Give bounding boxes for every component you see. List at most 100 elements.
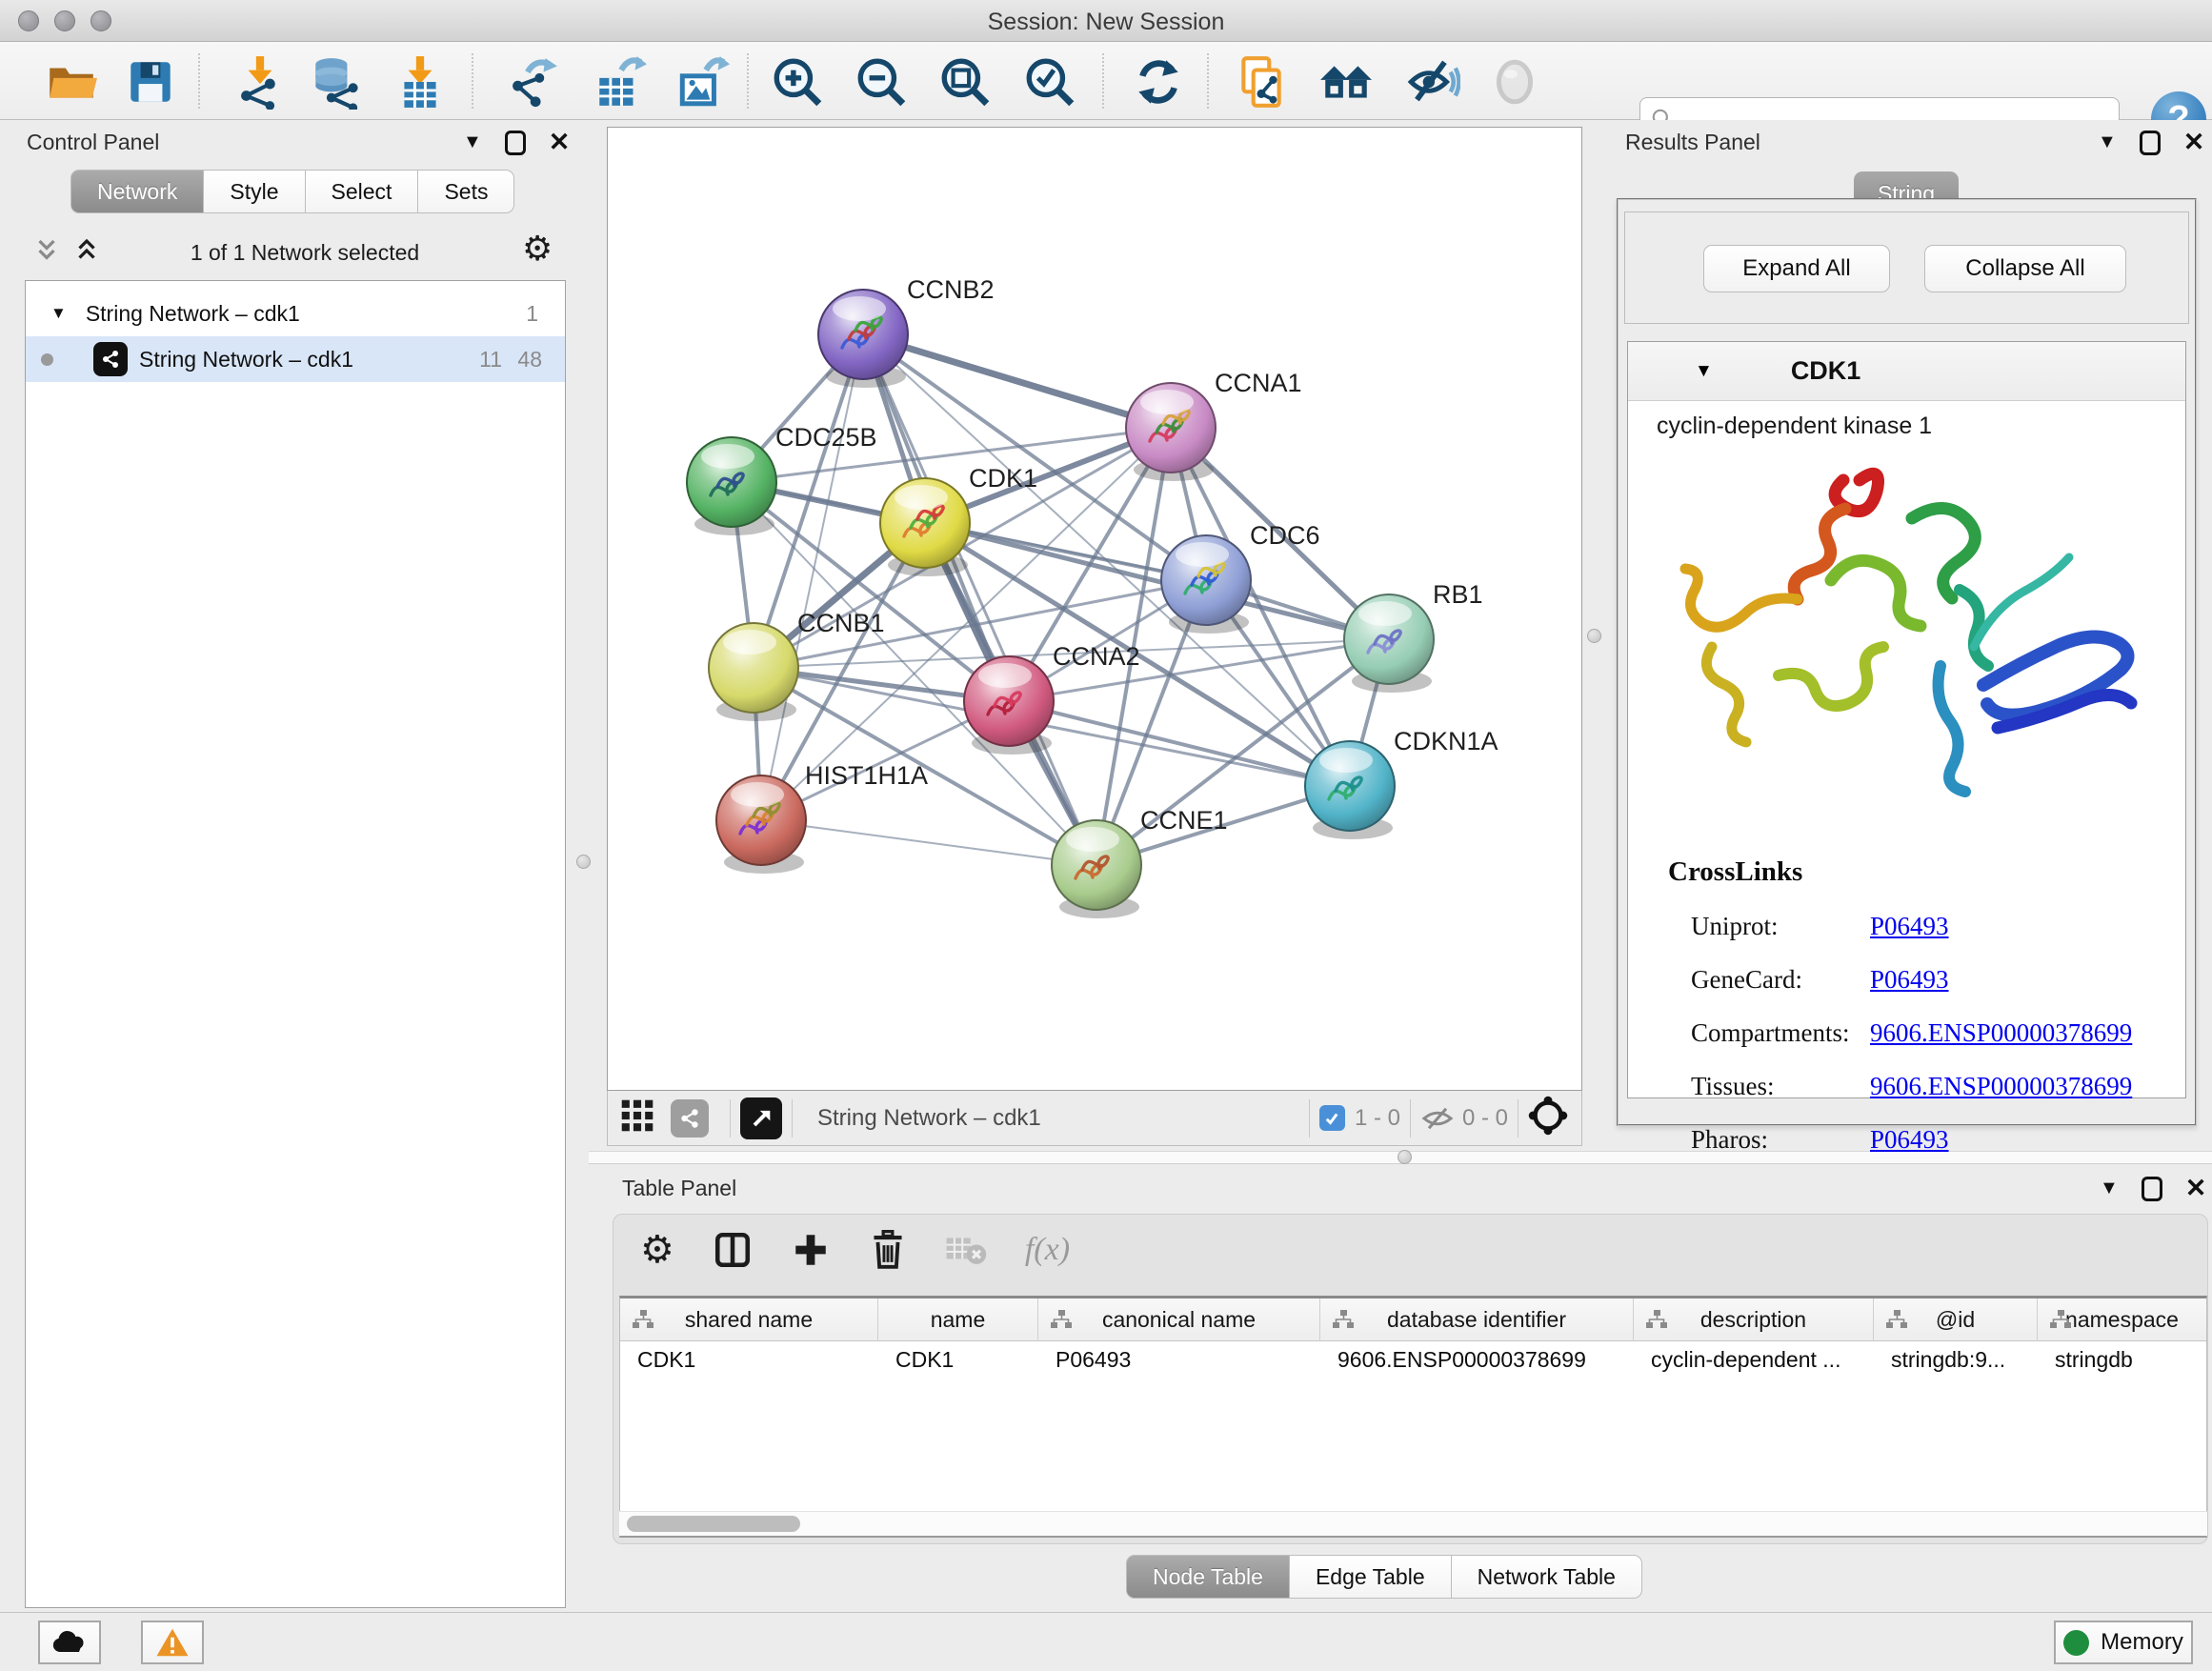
memory-button[interactable]: Memory: [2054, 1621, 2193, 1664]
import-table-button[interactable]: [392, 53, 449, 111]
node-CCNB1[interactable]: CCNB1: [709, 609, 885, 721]
panel-close-icon[interactable]: ✕: [2183, 128, 2205, 157]
table-horizontal-scrollbar[interactable]: [619, 1511, 2207, 1536]
node-CCNB2[interactable]: CCNB2: [818, 275, 995, 388]
warnings-button[interactable]: [141, 1621, 204, 1664]
protein-result-card: ▼ CDK1 cyclin-dependent kinase 1: [1627, 341, 2186, 1098]
cytoscape-window: Session: New Session: [0, 0, 2212, 1671]
tab-sets[interactable]: Sets: [418, 170, 514, 213]
panel-collapse-icon[interactable]: ▼: [463, 131, 482, 153]
export-table-button[interactable]: [591, 53, 648, 111]
node-gloss: [723, 630, 776, 654]
panel-collapse-icon[interactable]: ▼: [2098, 131, 2117, 153]
new-network-from-selection-button[interactable]: [1233, 53, 1290, 111]
edge-HIST1H1A-CCNE1[interactable]: [761, 820, 1096, 865]
export-image-button[interactable]: [674, 53, 731, 111]
node-CDC25B[interactable]: CDC25B: [687, 423, 877, 535]
horizontal-splitter-handle[interactable]: [1398, 1150, 1412, 1164]
selected-checkbox-icon[interactable]: [1319, 1105, 1345, 1131]
node-CCNA1[interactable]: CCNA1: [1126, 369, 1302, 481]
open-file-button[interactable]: [43, 53, 100, 111]
panel-float-icon[interactable]: [2142, 1177, 2162, 1201]
node-HIST1H1A[interactable]: HIST1H1A: [716, 761, 928, 874]
double-chevron-down-icon: [32, 236, 61, 265]
zoom-out-button[interactable]: [853, 53, 910, 111]
first-neighbors-button[interactable]: [1317, 53, 1375, 111]
network-options-gear-icon[interactable]: ⚙: [522, 232, 553, 267]
node-CDK1[interactable]: CDK1: [880, 464, 1037, 576]
column-header[interactable]: name: [878, 1299, 1038, 1341]
expand-all-networks-button[interactable]: [72, 236, 101, 270]
left-splitter-handle[interactable]: [576, 855, 591, 869]
tab-select[interactable]: Select: [306, 170, 419, 213]
network-graph[interactable]: CCNB2CCNA1CDC25BCDK1CDC6RB1CCNB1CCNA2CDK…: [608, 128, 1581, 1090]
table-settings-gear-icon[interactable]: ⚙: [640, 1231, 674, 1269]
column-header[interactable]: description: [1634, 1299, 1874, 1341]
fit-content-button[interactable]: [936, 53, 994, 111]
node-RB1[interactable]: RB1: [1344, 580, 1483, 693]
panel-close-icon[interactable]: ✕: [549, 128, 571, 157]
fit-selected-button[interactable]: [1021, 53, 1078, 111]
collapse-all-button[interactable]: Collapse All: [1924, 245, 2126, 292]
network-type-button[interactable]: [671, 1099, 709, 1137]
panel-collapse-icon[interactable]: ▼: [2100, 1178, 2119, 1199]
show-all-button[interactable]: [1486, 53, 1543, 111]
cloud-button[interactable]: [38, 1621, 101, 1664]
function-builder-fx-icon[interactable]: f(x): [1025, 1232, 1070, 1268]
crosslink-link[interactable]: 9606.ENSP00000378699: [1870, 1072, 2132, 1101]
column-header[interactable]: namespace: [2038, 1299, 2206, 1341]
node-label: CCNA2: [1053, 642, 1140, 671]
crosslink-label: Tissues:: [1691, 1072, 1870, 1101]
delete-table-icon[interactable]: [945, 1233, 987, 1267]
title-bar: Session: New Session: [0, 0, 2212, 42]
column-header[interactable]: @id: [1874, 1299, 2038, 1341]
add-column-plus-icon[interactable]: [791, 1230, 831, 1270]
network-collection-row[interactable]: ▼ String Network – cdk1 1: [26, 291, 565, 336]
collection-expand-icon[interactable]: ▼: [50, 304, 67, 323]
crosslink-link[interactable]: 9606.ENSP00000378699: [1870, 1018, 2132, 1048]
table-row[interactable]: CDK1 CDK1 P06493 9606.ENSP00000378699 cy…: [620, 1341, 2206, 1378]
save-session-button[interactable]: [122, 53, 179, 111]
network-canvas[interactable]: CCNB2CCNA1CDC25BCDK1CDC6RB1CCNB1CCNA2CDK…: [607, 127, 1582, 1091]
column-header[interactable]: canonical name: [1038, 1299, 1320, 1341]
edge-CCNB2-HIST1H1A[interactable]: [761, 334, 863, 820]
network-row[interactable]: String Network – cdk1 11 48: [26, 336, 565, 382]
crosslink-link[interactable]: P06493: [1870, 965, 1949, 995]
panel-float-icon[interactable]: [2140, 131, 2161, 155]
show-columns-icon[interactable]: [713, 1230, 753, 1270]
column-header[interactable]: shared name: [620, 1299, 878, 1341]
grid-view-button[interactable]: [619, 1097, 655, 1138]
right-splitter-handle[interactable]: [1587, 629, 1601, 643]
tab-style[interactable]: Style: [204, 170, 305, 213]
tab-node-table[interactable]: Node Table: [1126, 1555, 1290, 1599]
tab-network[interactable]: Network: [70, 170, 204, 213]
delete-column-trash-icon[interactable]: [869, 1230, 907, 1270]
zoom-in-button[interactable]: [769, 53, 826, 111]
expand-all-button[interactable]: Expand All: [1703, 245, 1890, 292]
node-label: CDC25B: [775, 423, 877, 452]
import-network-database-button[interactable]: [307, 53, 364, 111]
table-tabs: Node Table Edge Table Network Table: [1126, 1555, 1642, 1599]
tab-network-table[interactable]: Network Table: [1452, 1555, 1642, 1599]
column-header[interactable]: database identifier: [1320, 1299, 1634, 1341]
update-view-button[interactable]: [1130, 53, 1187, 111]
crosslink-link[interactable]: P06493: [1870, 1125, 1949, 1155]
tab-edge-table[interactable]: Edge Table: [1290, 1555, 1452, 1599]
export-network-button[interactable]: [503, 53, 560, 111]
scrollbar-thumb[interactable]: [627, 1516, 800, 1532]
birdseye-view-button[interactable]: [740, 1097, 782, 1139]
collapse-all-networks-button[interactable]: [32, 236, 61, 270]
hide-selected-button[interactable]: [1404, 53, 1461, 111]
edge-CCNB2-CCNA1[interactable]: [863, 334, 1171, 428]
node-CDKN1A[interactable]: CDKN1A: [1305, 727, 1498, 839]
protein-card-header[interactable]: ▼ CDK1: [1628, 342, 2185, 401]
panel-float-icon[interactable]: [505, 131, 526, 155]
network-column-icon: [1050, 1309, 1073, 1330]
import-network-file-button[interactable]: [231, 53, 289, 111]
node-gloss: [701, 444, 754, 469]
panel-close-icon[interactable]: ✕: [2185, 1174, 2207, 1203]
collapse-triangle-icon[interactable]: ▼: [1695, 361, 1713, 382]
crosslink-link[interactable]: P06493: [1870, 912, 1949, 941]
fit-selection-crosshair-button[interactable]: [1528, 1096, 1568, 1140]
network-column-icon: [2049, 1309, 2072, 1330]
